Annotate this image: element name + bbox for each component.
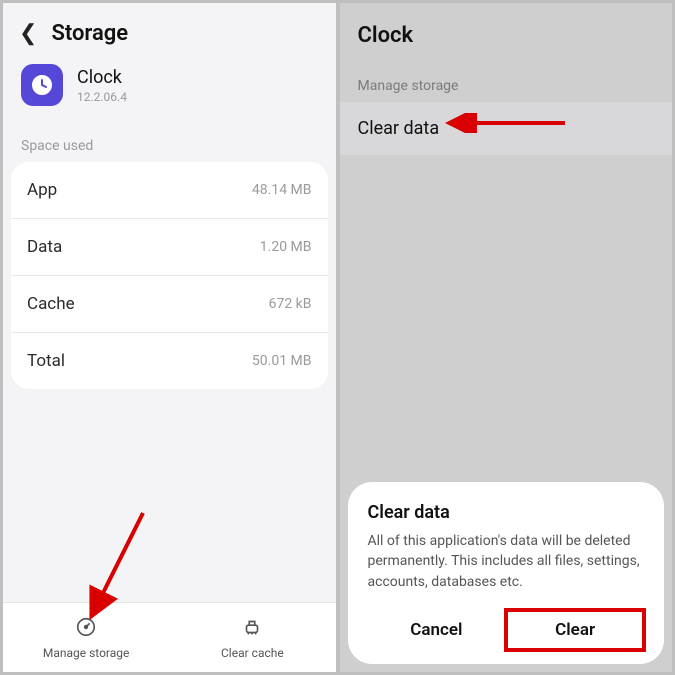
clock-app-icon xyxy=(21,64,63,106)
manage-storage-button[interactable]: Manage storage xyxy=(3,603,169,672)
clear-button[interactable]: Clear xyxy=(506,610,644,650)
row-total: Total 50.01 MB xyxy=(11,333,328,389)
page-title: Storage xyxy=(51,21,128,46)
manage-storage-screen: Clock Manage storage Clear data Clear da… xyxy=(338,3,673,672)
row-cache: Cache 672 kB xyxy=(11,276,328,333)
clear-cache-button[interactable]: Clear cache xyxy=(169,603,335,672)
row-app: App 48.14 MB xyxy=(11,162,328,219)
dialog-body: All of this application's data will be d… xyxy=(368,531,645,592)
page-title: Clock xyxy=(340,3,673,58)
app-info-row: Clock 12.2.06.4 xyxy=(3,54,336,120)
app-name: Clock xyxy=(77,67,127,88)
space-used-label: Space used xyxy=(3,120,336,162)
row-data: Data 1.20 MB xyxy=(11,219,328,276)
manage-storage-label: Manage storage xyxy=(340,58,673,102)
dialog-title: Clear data xyxy=(368,502,645,523)
space-used-card: App 48.14 MB Data 1.20 MB Cache 672 kB T… xyxy=(11,162,328,389)
bottom-tabs: Manage storage Clear cache xyxy=(3,602,336,672)
gauge-icon xyxy=(75,616,97,643)
clear-data-dialog: Clear data All of this application's dat… xyxy=(348,482,665,664)
app-version: 12.2.06.4 xyxy=(77,90,127,104)
clear-data-row[interactable]: Clear data xyxy=(340,102,673,155)
broom-icon xyxy=(241,616,263,643)
header: ❮ Storage xyxy=(3,3,336,54)
back-icon[interactable]: ❮ xyxy=(19,21,37,46)
storage-screen: ❮ Storage Clock 12.2.06.4 Space used App… xyxy=(3,3,338,672)
cancel-button[interactable]: Cancel xyxy=(368,610,506,650)
